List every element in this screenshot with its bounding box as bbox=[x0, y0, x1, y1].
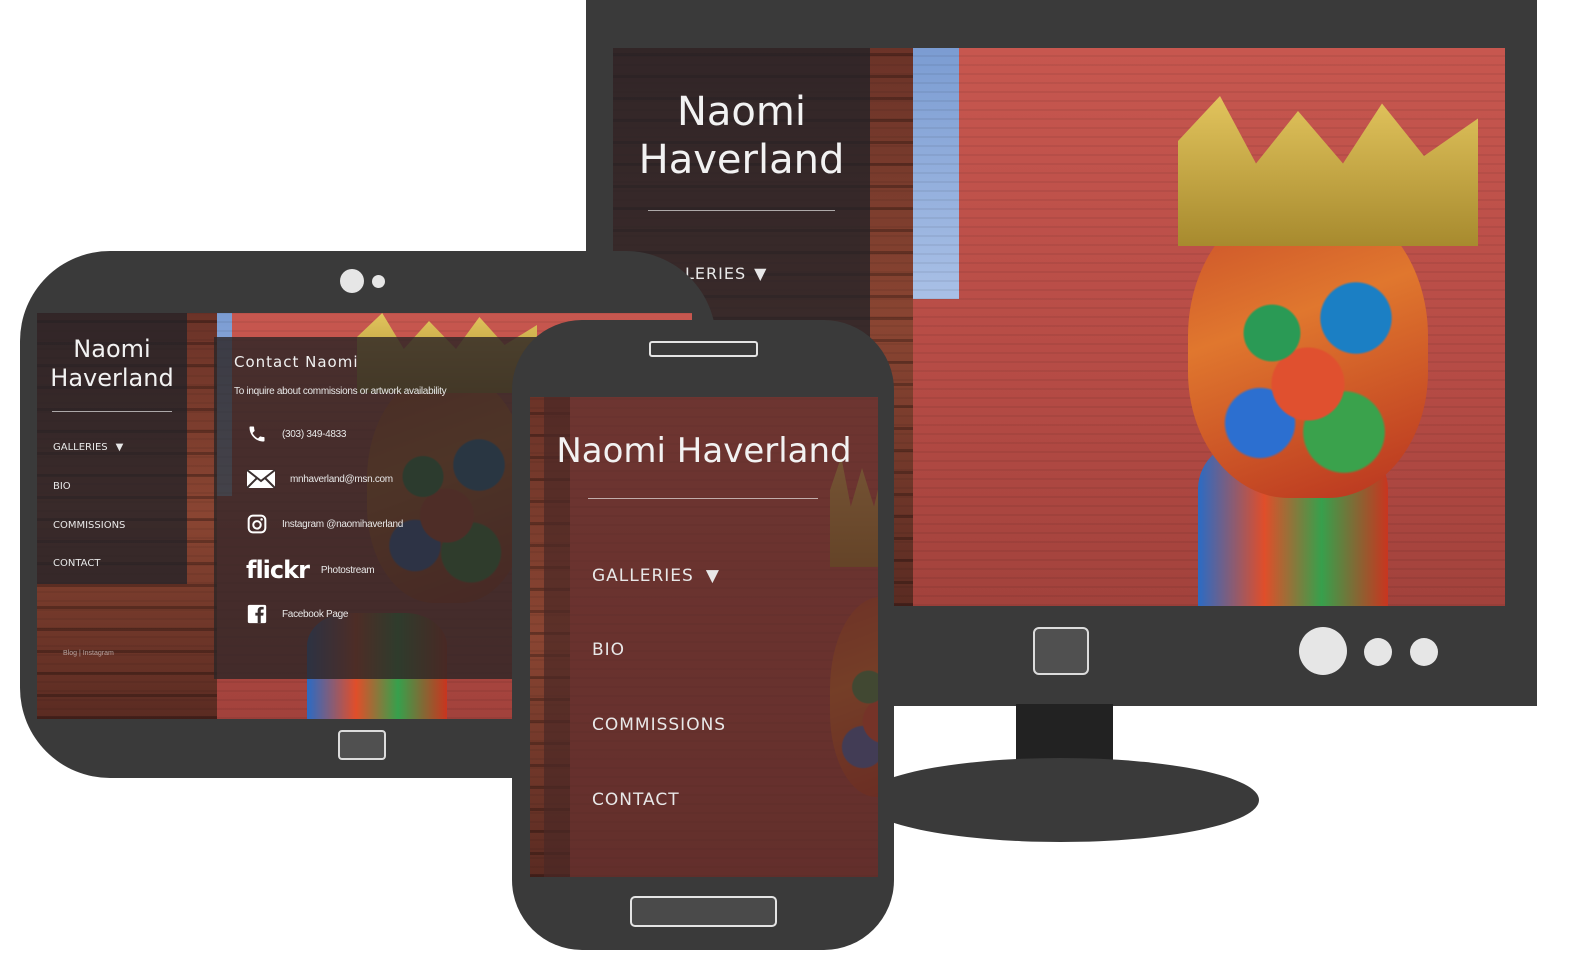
mobile-nav-panel: Naomi Haverland GALLERIES ▼ BIO COMMISSIO… bbox=[544, 397, 878, 877]
site-title-line2: Haverland bbox=[638, 137, 845, 183]
tablet-home-button[interactable] bbox=[338, 730, 386, 760]
title-divider bbox=[52, 411, 172, 412]
nav-galleries-label: GALLERIES bbox=[53, 442, 108, 453]
facebook-icon bbox=[246, 603, 268, 625]
contact-intro: To inquire about commissions or artwork … bbox=[234, 386, 447, 397]
phone-speaker bbox=[649, 341, 758, 357]
monitor-control-dot[interactable] bbox=[1364, 638, 1392, 666]
nav-contact[interactable]: CONTACT bbox=[53, 558, 100, 569]
nav-contact[interactable]: CONTACT bbox=[592, 790, 680, 810]
caret-down-icon: ▼ bbox=[705, 566, 720, 586]
contact-flickr-row[interactable]: flickr Photostream bbox=[246, 556, 375, 584]
contact-flickr: Photostream bbox=[320, 564, 375, 576]
tablet-camera bbox=[340, 269, 364, 293]
site-title-line2: Haverland bbox=[50, 363, 174, 392]
site-title[interactable]: Naomi Haverland bbox=[613, 88, 870, 184]
nav-galleries[interactable]: LERIES ▼ bbox=[685, 264, 767, 283]
contact-instagram-row[interactable]: Instagram @naomihaverland bbox=[246, 513, 403, 535]
monitor-stand-base bbox=[862, 758, 1259, 842]
nav-galleries-label: LERIES bbox=[685, 264, 747, 283]
contact-facebook-row[interactable]: Facebook Page bbox=[246, 603, 348, 625]
nav-bio[interactable]: BIO bbox=[53, 481, 71, 492]
sidebar-panel: Naomi Haverland GALLERIES ▼ BIO COMMISSIO… bbox=[37, 313, 187, 584]
flickr-logo: flickr bbox=[246, 556, 310, 584]
phone-icon bbox=[246, 423, 268, 445]
title-divider bbox=[588, 498, 818, 499]
contact-phone: (303) 349-4833 bbox=[282, 428, 347, 440]
footer-links[interactable]: Blog | Instagram bbox=[63, 650, 114, 657]
nav-galleries-label: GALLERIES bbox=[592, 566, 694, 586]
phone-screen: Naomi Haverland GALLERIES ▼ BIO COMMISSIO… bbox=[530, 397, 878, 877]
caret-down-icon: ▼ bbox=[754, 264, 768, 283]
caret-down-icon: ▼ bbox=[115, 442, 124, 453]
nav-bio[interactable]: BIO bbox=[592, 640, 625, 660]
contact-panel: Contact Naomi To inquire about commissio… bbox=[214, 337, 554, 679]
phone-home-button[interactable] bbox=[630, 896, 777, 927]
tablet-sensor bbox=[372, 275, 385, 288]
nav-galleries[interactable]: GALLERIES ▼ bbox=[592, 566, 720, 586]
contact-phone-row[interactable]: (303) 349-4833 bbox=[246, 423, 346, 445]
monitor-control-dot[interactable] bbox=[1410, 638, 1438, 666]
site-title[interactable]: Naomi Haverland bbox=[544, 431, 864, 472]
contact-instagram: Instagram @naomihaverland bbox=[282, 518, 404, 530]
contact-heading: Contact Naomi bbox=[234, 353, 359, 371]
envelope-icon bbox=[246, 468, 276, 490]
monitor-power-button[interactable] bbox=[1033, 627, 1089, 675]
contact-email: mnhaverland@msn.com bbox=[290, 473, 393, 485]
nav-commissions[interactable]: COMMISSIONS bbox=[592, 715, 726, 735]
contact-email-row[interactable]: mnhaverland@msn.com bbox=[246, 468, 393, 490]
nav-galleries[interactable]: GALLERIES ▼ bbox=[53, 442, 123, 453]
site-title[interactable]: Naomi Haverland bbox=[37, 335, 187, 393]
title-divider bbox=[648, 210, 835, 211]
contact-facebook: Facebook Page bbox=[282, 608, 349, 620]
site-title-line1: Naomi bbox=[73, 335, 151, 363]
nav-commissions[interactable]: COMMISSIONS bbox=[53, 520, 125, 531]
monitor-control-dot-large[interactable] bbox=[1299, 627, 1347, 675]
instagram-icon bbox=[246, 513, 268, 535]
site-title-line1: Naomi bbox=[677, 89, 806, 135]
